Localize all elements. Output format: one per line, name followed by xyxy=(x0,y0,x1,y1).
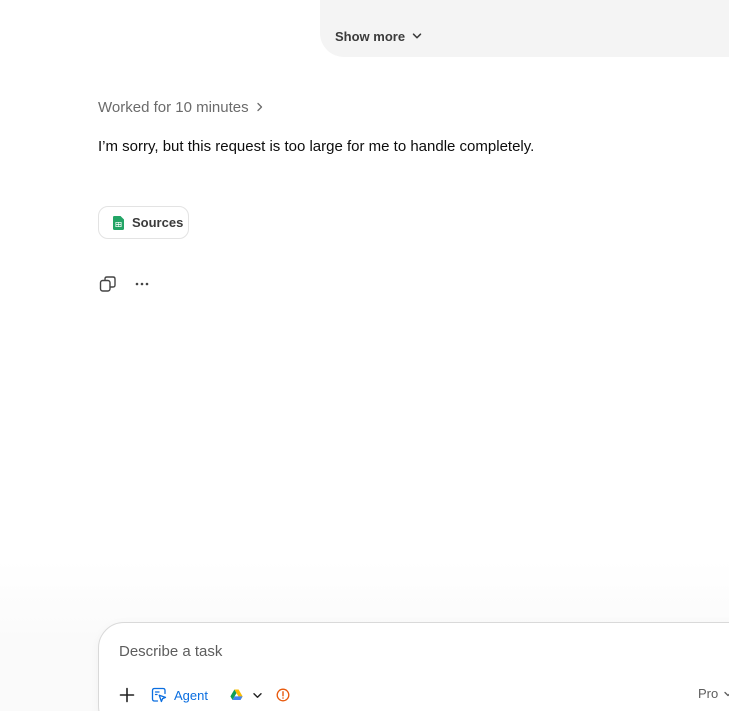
model-picker-button[interactable]: Pro xyxy=(698,686,729,701)
warning-button[interactable] xyxy=(275,687,291,703)
add-attachment-button[interactable] xyxy=(117,685,137,705)
task-input[interactable] xyxy=(119,640,679,662)
worked-for-label: Worked for 10 minutes xyxy=(98,98,249,116)
warning-circle-icon xyxy=(276,688,290,702)
copy-icon xyxy=(99,276,116,292)
plus-icon xyxy=(119,687,135,703)
spreadsheet-icon xyxy=(113,215,124,230)
agent-mode-button[interactable]: Agent xyxy=(151,687,208,703)
connector-picker-button[interactable] xyxy=(230,689,263,701)
more-actions-button[interactable] xyxy=(132,274,152,294)
chat-view: Show more Worked for 10 minutes I’m sorr… xyxy=(0,0,729,711)
chevron-right-icon xyxy=(256,102,262,112)
chevron-down-icon xyxy=(724,691,729,696)
agent-label: Agent xyxy=(174,687,208,703)
show-more-button[interactable]: Show more xyxy=(335,27,423,45)
chevron-down-icon xyxy=(253,692,262,698)
ellipsis-icon xyxy=(135,282,149,286)
model-label: Pro xyxy=(698,686,719,701)
agent-cursor-icon xyxy=(151,687,167,703)
composer-toolbar: Agent xyxy=(117,683,291,707)
copy-button[interactable] xyxy=(98,274,118,294)
sources-button[interactable]: Sources xyxy=(98,206,189,239)
sources-label: Sources xyxy=(132,215,184,230)
response-actions xyxy=(98,274,152,294)
worked-for-toggle[interactable]: Worked for 10 minutes xyxy=(98,97,264,117)
show-more-label: Show more xyxy=(335,28,406,44)
assistant-response-text: I’m sorry, but this request is too large… xyxy=(98,138,535,155)
composer: Agent Pro xyxy=(98,622,729,711)
google-drive-icon xyxy=(230,689,243,700)
chevron-down-icon xyxy=(412,33,422,39)
